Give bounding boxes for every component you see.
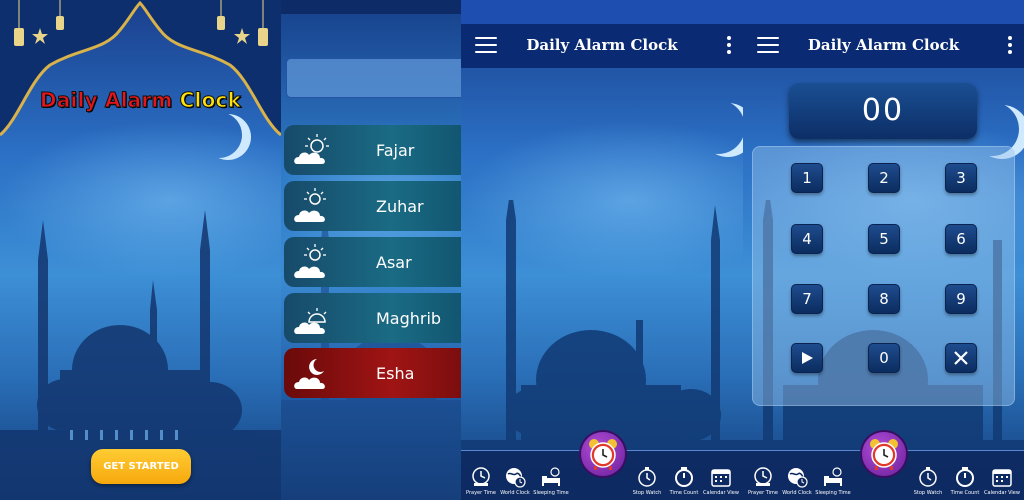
app-title-part1: Daily Alarm <box>39 88 173 113</box>
world-clock-icon <box>788 468 808 488</box>
prayer-row-zuhar[interactable]: Zuhar <box>284 181 461 231</box>
key-8[interactable]: 8 <box>868 284 900 314</box>
nav-label: Stop Watch <box>632 490 662 496</box>
prayer-row-esha[interactable]: Esha <box>284 348 461 398</box>
alarm-clock-icon <box>589 439 617 470</box>
prayer-time-icon <box>754 467 772 486</box>
nav-prayer-time[interactable]: Prayer Time <box>463 466 499 496</box>
key-2[interactable]: 2 <box>868 163 900 193</box>
nav-label: Sleeping Time <box>533 490 569 496</box>
app-header: Daily Alarm Clock <box>743 24 1024 68</box>
crescent-moon-icon <box>691 100 743 154</box>
app-title: Daily Alarm Clock <box>0 88 281 113</box>
key-7[interactable]: 7 <box>791 284 823 314</box>
nav-label: Calendar View <box>984 490 1020 496</box>
close-icon <box>954 351 968 365</box>
nav-label: Prayer Time <box>748 490 778 496</box>
nav-label: Calendar View <box>703 490 739 496</box>
calendar-icon <box>992 469 1012 487</box>
sleeping-time-icon <box>542 467 560 486</box>
nav-label: Time Count <box>950 490 980 496</box>
prayer-label: Esha <box>376 363 415 383</box>
nav-label: Prayer Time <box>466 490 496 496</box>
prayer-label: Asar <box>376 252 412 272</box>
alarm-fab[interactable] <box>581 432 625 476</box>
top-bar <box>281 0 461 14</box>
nav-label: Sleeping Time <box>815 490 851 496</box>
status-bar <box>461 0 743 25</box>
sun-cloud-icon <box>291 130 339 170</box>
dialpad: 1 2 3 4 5 6 7 8 9 0 <box>752 146 1015 406</box>
alarm-clock-icon <box>870 439 898 470</box>
nav-label: World Clock <box>500 490 530 496</box>
nav-world-clock[interactable]: World Clock <box>497 466 533 496</box>
nav-sleeping-time[interactable]: Sleeping Time <box>533 466 569 496</box>
clear-button[interactable] <box>945 343 977 373</box>
nav-calendar-view[interactable]: Calendar View <box>703 466 739 496</box>
sun-cloud-icon <box>291 186 339 226</box>
stopwatch-icon <box>638 467 656 487</box>
nav-label: World Clock <box>782 490 812 496</box>
key-0[interactable]: 0 <box>868 343 900 373</box>
prayer-label: Fajar <box>376 140 415 160</box>
timer-icon <box>956 467 974 487</box>
key-1[interactable]: 1 <box>791 163 823 193</box>
header-title: Daily Alarm Clock <box>526 36 678 54</box>
home-screen: Daily Alarm Clock Prayer Time World Cloc… <box>461 0 743 500</box>
more-options-icon[interactable] <box>727 36 731 54</box>
splash-screen: Daily Alarm Clock GET STARTED <box>0 0 281 500</box>
get-started-button[interactable]: GET STARTED <box>91 449 191 484</box>
nav-label: Time Count <box>669 490 699 496</box>
prayer-row-asar[interactable]: Asar <box>284 237 461 287</box>
nav-world-clock[interactable]: World Clock <box>779 466 815 496</box>
header-title: Daily Alarm Clock <box>807 36 960 54</box>
sun-cloud-icon <box>291 242 339 282</box>
alarm-input-screen: Daily Alarm Clock 00 1 2 3 4 5 6 7 8 9 0 <box>743 0 1024 500</box>
decorative-arch <box>0 0 281 137</box>
world-clock-icon <box>506 468 526 488</box>
sun-cloud-icon <box>291 298 339 338</box>
nav-stopwatch[interactable]: Stop Watch <box>910 466 946 496</box>
key-4[interactable]: 4 <box>791 224 823 254</box>
nav-label: Stop Watch <box>913 490 943 496</box>
time-display: 00 <box>789 83 977 139</box>
nav-time-count[interactable]: Time Count <box>666 466 702 496</box>
moon-cloud-icon <box>291 353 339 393</box>
app-title-part2: Clock <box>179 88 242 113</box>
key-6[interactable]: 6 <box>945 224 977 254</box>
sleeping-time-icon <box>824 467 842 486</box>
timer-icon <box>675 467 693 487</box>
stopwatch-icon <box>919 467 937 487</box>
play-button[interactable] <box>791 343 823 373</box>
key-9[interactable]: 9 <box>945 284 977 314</box>
prayer-label: Zuhar <box>376 196 424 216</box>
search-input[interactable] <box>286 58 461 98</box>
app-screens: Daily Alarm Clock GET STARTED Fajar Zuha… <box>0 0 1024 500</box>
nav-calendar-view[interactable]: Calendar View <box>984 466 1020 496</box>
nav-sleeping-time[interactable]: Sleeping Time <box>815 466 851 496</box>
nav-stopwatch[interactable]: Stop Watch <box>629 466 665 496</box>
alarm-fab[interactable] <box>862 432 906 476</box>
app-header: Daily Alarm Clock <box>461 24 743 68</box>
key-5[interactable]: 5 <box>868 224 900 254</box>
prayer-row-maghrib[interactable]: Maghrib <box>284 293 461 343</box>
status-bar <box>743 0 1024 25</box>
prayer-time-icon <box>472 467 490 486</box>
calendar-icon <box>711 469 731 487</box>
prayer-row-fajar[interactable]: Fajar <box>284 125 461 175</box>
nav-prayer-time[interactable]: Prayer Time <box>745 466 781 496</box>
key-3[interactable]: 3 <box>945 163 977 193</box>
play-icon <box>802 352 813 364</box>
prayer-list-screen: Fajar Zuhar Asar Maghrib Esha <box>281 0 461 500</box>
prayer-label: Maghrib <box>376 308 442 328</box>
more-options-icon[interactable] <box>1008 36 1012 54</box>
nav-time-count[interactable]: Time Count <box>947 466 983 496</box>
